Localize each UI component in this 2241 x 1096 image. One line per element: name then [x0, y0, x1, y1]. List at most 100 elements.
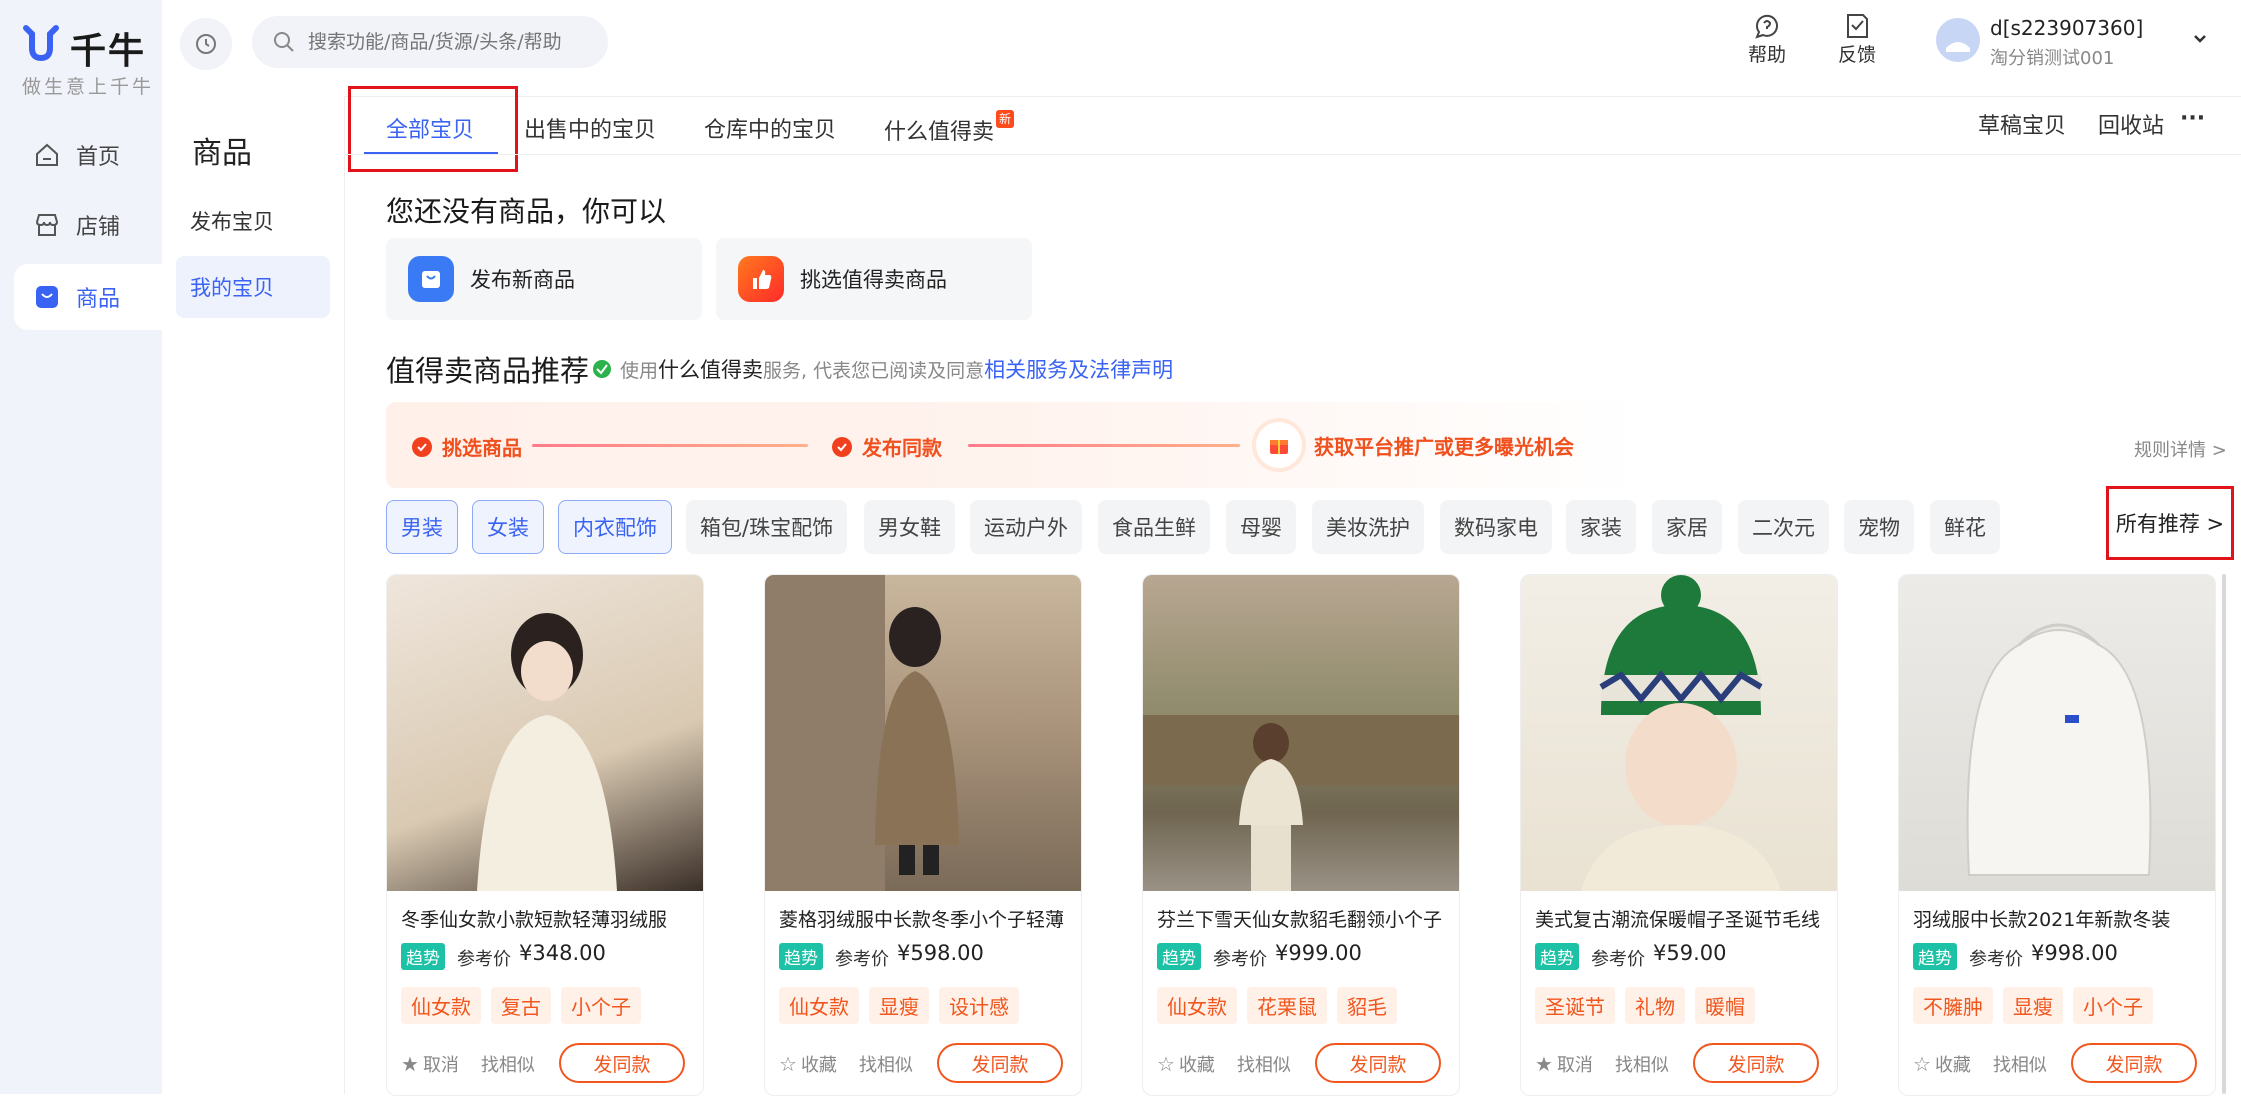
product-card[interactable]: 冬季仙女款小款短款轻薄羽绒服 趋势 参考价 ¥348.00 仙女款 复古 小个子… — [386, 574, 704, 1096]
step-connector — [968, 444, 1240, 447]
product-card[interactable]: 菱格羽绒服中长款冬季小个子轻薄 趋势 参考价 ¥598.00 仙女款 显瘦 设计… — [764, 574, 1082, 1096]
rail-item-label: 店铺 — [76, 215, 121, 240]
category-chip[interactable]: 食品生鲜 — [1098, 500, 1210, 554]
star-filled-icon[interactable]: ★ — [1535, 1052, 1553, 1076]
clock-icon — [196, 34, 216, 54]
category-chip[interactable]: 家居 — [1652, 500, 1722, 554]
subnav-title: 商品 — [192, 136, 252, 171]
publish-new-goods-button[interactable]: 发布新商品 — [386, 238, 702, 320]
category-chip[interactable]: 母婴 — [1226, 500, 1296, 554]
favorite-toggle[interactable]: 取消 — [1557, 1051, 1593, 1077]
category-chip[interactable]: 鲜花 — [1930, 500, 2000, 554]
product-image[interactable] — [387, 575, 703, 891]
pick-worth-goods-button[interactable]: 挑选值得卖商品 — [716, 238, 1032, 320]
ref-price-label: 参考价 — [1969, 949, 2023, 970]
highlight-box-all-recommendations — [2106, 486, 2234, 560]
help-button[interactable]: 帮助 — [1732, 12, 1802, 67]
search-bar[interactable] — [252, 16, 608, 68]
recycle-bin-link[interactable]: 回收站 — [2098, 108, 2164, 140]
category-chip[interactable]: 美妆洗护 — [1312, 500, 1424, 554]
favorite-toggle[interactable]: 收藏 — [1179, 1051, 1215, 1077]
publish-same-button[interactable]: 发同款 — [2071, 1043, 2197, 1083]
star-outline-icon[interactable]: ☆ — [779, 1052, 797, 1076]
find-similar-link[interactable]: 找相似 — [1237, 1051, 1291, 1077]
product-image[interactable] — [1899, 575, 2215, 891]
product-name[interactable]: 菱格羽绒服中长款冬季小个子轻薄 — [779, 905, 1069, 932]
category-chip[interactable]: 内衣配饰 — [558, 500, 672, 554]
publish-same-button[interactable]: 发同款 — [937, 1043, 1063, 1083]
ref-price-label: 参考价 — [457, 949, 511, 970]
rule-details-link[interactable]: 规则详情 > — [2134, 436, 2227, 462]
publish-same-button[interactable]: 发同款 — [1693, 1043, 1819, 1083]
category-chip[interactable]: 男女鞋 — [864, 500, 955, 554]
product-name[interactable]: 美式复古潮流保暖帽子圣诞节毛线 — [1535, 905, 1825, 932]
product-tag: 暖帽 — [1695, 987, 1755, 1024]
product-card[interactable]: 美式复古潮流保暖帽子圣诞节毛线 趋势 参考价 ¥59.00 圣诞节 礼物 暖帽 … — [1520, 574, 1838, 1096]
subnav-item-publish[interactable]: 发布宝贝 — [176, 190, 330, 252]
favorite-toggle[interactable]: 取消 — [423, 1051, 459, 1077]
chevron-down-icon[interactable] — [2190, 28, 2210, 52]
search-icon — [274, 32, 294, 52]
scrollbar[interactable] — [2222, 574, 2226, 1094]
product-tag: 貂毛 — [1337, 987, 1397, 1024]
category-chip[interactable]: 家装 — [1566, 500, 1636, 554]
empty-state-title: 您还没有商品，你可以 — [386, 195, 667, 228]
feedback-button[interactable]: 反馈 — [1822, 12, 1892, 67]
draft-goods-link[interactable]: 草稿宝贝 — [1978, 108, 2066, 140]
qianniu-logo[interactable] — [20, 22, 62, 68]
star-outline-icon[interactable]: ☆ — [1157, 1052, 1175, 1076]
history-button[interactable] — [180, 18, 232, 70]
product-price: ¥998.00 — [2031, 941, 2118, 965]
brand-slogan: 做生意上千牛 — [22, 76, 155, 98]
publish-same-button[interactable]: 发同款 — [1315, 1043, 1441, 1083]
product-image[interactable] — [765, 575, 1081, 891]
avatar[interactable] — [1936, 18, 1980, 62]
category-chip[interactable]: 二次元 — [1738, 500, 1829, 554]
product-price: ¥999.00 — [1275, 941, 1362, 965]
product-image[interactable] — [1521, 575, 1837, 891]
step-promotion: 获取平台推广或更多曝光机会 — [1256, 422, 1574, 468]
rail-item-goods[interactable]: 商品 — [14, 264, 162, 330]
product-image[interactable] — [1143, 575, 1459, 891]
rail-item-label: 商品 — [76, 287, 121, 312]
category-chip[interactable]: 数码家电 — [1440, 500, 1552, 554]
check-circle-icon — [593, 360, 611, 378]
nav-divider — [344, 96, 345, 1094]
user-name[interactable]: d[s223907360] — [1990, 16, 2143, 40]
category-chip[interactable]: 男装 — [386, 500, 458, 554]
product-name[interactable]: 羽绒服中长款2021年新款冬装 — [1913, 905, 2203, 932]
product-card[interactable]: 芬兰下雪天仙女款貂毛翻领小个子 趋势 参考价 ¥999.00 仙女款 花栗鼠 貂… — [1142, 574, 1460, 1096]
action-label: 发布新商品 — [470, 268, 575, 292]
subnav-item-my-goods[interactable]: 我的宝贝 — [176, 256, 330, 318]
more-options-icon[interactable]: ··· — [2180, 106, 2205, 131]
tab-in-warehouse[interactable]: 仓库中的宝贝 — [704, 112, 836, 144]
search-input[interactable] — [306, 30, 600, 54]
star-filled-icon[interactable]: ★ — [401, 1052, 419, 1076]
category-chip[interactable]: 宠物 — [1844, 500, 1914, 554]
find-similar-link[interactable]: 找相似 — [859, 1051, 913, 1077]
product-tag: 仙女款 — [779, 987, 859, 1024]
category-chip[interactable]: 运动户外 — [970, 500, 1082, 554]
category-chip[interactable]: 箱包/珠宝配饰 — [686, 500, 848, 554]
find-similar-link[interactable]: 找相似 — [1615, 1051, 1669, 1077]
home-icon — [32, 140, 62, 170]
find-similar-link[interactable]: 找相似 — [1993, 1051, 2047, 1077]
product-name[interactable]: 芬兰下雪天仙女款貂毛翻领小个子 — [1157, 905, 1447, 932]
favorite-toggle[interactable]: 收藏 — [801, 1051, 837, 1077]
tab-on-sale[interactable]: 出售中的宝贝 — [524, 112, 656, 144]
tab-worth-selling[interactable]: 什么值得卖 — [884, 114, 994, 146]
product-tag: 仙女款 — [1157, 987, 1237, 1024]
category-chip[interactable]: 女装 — [472, 500, 544, 554]
feedback-label: 反馈 — [1837, 44, 1876, 66]
star-outline-icon[interactable]: ☆ — [1913, 1052, 1931, 1076]
legal-statement-link[interactable]: 相关服务及法律声明 — [984, 354, 1173, 384]
rail-item-home[interactable]: 首页 — [14, 122, 162, 188]
favorite-toggle[interactable]: 收藏 — [1935, 1051, 1971, 1077]
product-card[interactable]: 羽绒服中长款2021年新款冬装 趋势 参考价 ¥998.00 不臃肿 显瘦 小个… — [1898, 574, 2216, 1096]
rail-item-store[interactable]: 店铺 — [14, 192, 162, 258]
publish-same-button[interactable]: 发同款 — [559, 1043, 685, 1083]
step-pick-goods: 挑选商品 — [412, 432, 522, 461]
product-tag: 圣诞节 — [1535, 987, 1615, 1024]
product-name[interactable]: 冬季仙女款小款短款轻薄羽绒服 — [401, 905, 691, 932]
find-similar-link[interactable]: 找相似 — [481, 1051, 535, 1077]
